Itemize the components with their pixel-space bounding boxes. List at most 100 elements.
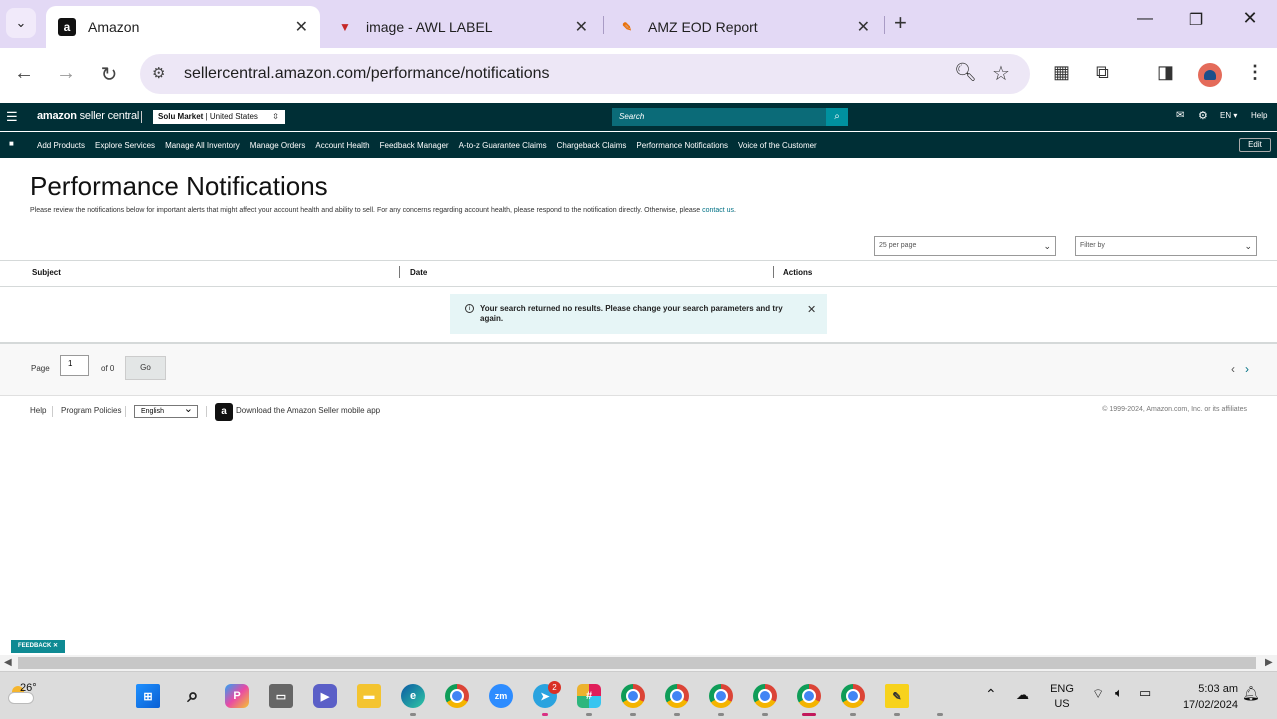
search-input[interactable]: Search [612,108,826,126]
filter-select[interactable]: Filter by ⌄ [1075,236,1257,256]
teams-meet-icon[interactable]: ▶ [313,684,337,708]
search-icon[interactable]: ⌕ [826,108,848,126]
chrome-icon[interactable] [445,684,469,708]
minimize-icon[interactable]: — [1130,10,1160,28]
contact-us-link[interactable]: contact us [702,207,734,214]
footer-program-policies-link[interactable]: Program Policies [61,406,121,415]
running-indicator [674,713,680,716]
chrome-active-icon[interactable] [797,684,821,708]
nav-performance-notifications[interactable]: Performance Notifications [636,141,728,150]
scroll-right-icon[interactable]: ▶ [1265,657,1273,668]
horizontal-scrollbar[interactable]: ◀ ▶ [0,655,1277,671]
nav-voice-of-customer[interactable]: Voice of the Customer [738,141,817,150]
side-panel-icon[interactable]: ◨ [1157,62,1174,83]
footer-language-select[interactable]: English ⌄ [134,404,198,418]
close-icon[interactable]: ✕ [807,303,816,316]
zoom-icon[interactable]: 🔍︎ [954,62,977,83]
edit-nav-button[interactable]: Edit [1239,138,1271,152]
tab-amz-eod-report[interactable]: ✎ AMZ EOD Report ✕ [606,6,882,48]
input-language[interactable]: ENG US [1044,682,1080,712]
edge-icon[interactable]: e [401,684,425,708]
nav-chargeback-claims[interactable]: Chargeback Claims [557,141,627,150]
per-page-select[interactable]: 25 per page ⌄ [874,236,1056,256]
help-link[interactable]: Help [1251,111,1267,120]
tab-amazon[interactable]: a Amazon ✕ [46,6,320,48]
nav-manage-orders[interactable]: Manage Orders [250,141,306,150]
more-menu-icon[interactable]: ⋮ [1246,62,1264,83]
bookmark-star-icon[interactable]: ☆ [992,61,1010,86]
close-icon[interactable]: ✕ [295,17,308,37]
chrome-profile-icon[interactable] [709,684,733,708]
search-icon[interactable]: ⌕ [181,684,205,708]
profile-avatar[interactable] [1198,63,1222,87]
cloud-offline-icon[interactable]: ☁ [1016,687,1029,703]
close-icon[interactable]: ✕ [575,17,588,37]
nav-atoz-claims[interactable]: A-to-z Guarantee Claims [459,141,547,150]
close-icon[interactable]: ✕ [857,17,870,37]
chevron-up-icon[interactable]: ⌃ [985,686,997,703]
clock[interactable]: 5:03 am 17/02/2024 [1168,681,1238,713]
running-indicator [894,713,900,716]
chevron-down-icon: ⌄ [1043,241,1051,251]
page-number-input[interactable]: 1 [60,355,89,376]
tab-search-button[interactable]: ⌄ [6,8,36,38]
address-bar[interactable]: ⚙ sellercentral.amazon.com/performance/n… [140,54,1030,94]
column-actions[interactable]: Actions [783,268,812,277]
task-view-icon[interactable]: ▭ [269,684,293,708]
download-app-link[interactable]: Download the Amazon Seller mobile app [236,406,380,415]
tab-awl-label[interactable]: ▼ image - AWL LABEL ✕ [324,6,600,48]
alert-message: Your search returned no results. Please … [480,304,783,323]
battery-icon[interactable]: ▭ [1139,685,1151,701]
wifi-icon[interactable]: ⌔ [1092,686,1104,702]
market-region: United States [209,112,258,121]
chevron-right-icon[interactable]: › [1245,362,1249,376]
settings-gear-icon[interactable]: ⚙ [1198,109,1208,122]
start-windows-icon[interactable]: ⊞ [136,684,160,708]
nav-add-products[interactable]: Add Products [37,141,85,150]
chevron-left-icon[interactable]: ‹ [1231,362,1235,376]
sticky-notes-icon[interactable]: ✎ [885,684,909,708]
chrome-profile-icon[interactable] [665,684,689,708]
nav-account-health[interactable]: Account Health [315,141,369,150]
table-top-divider [0,260,1277,261]
seller-central-logo[interactable]: amazon seller central [37,110,139,122]
bookmark-icon[interactable]: ■ [9,139,14,148]
nav-feedback-manager[interactable]: Feedback Manager [380,141,449,150]
column-date[interactable]: Date [410,268,427,277]
qr-code-icon[interactable]: ▦ [1053,62,1070,83]
footer-help-link[interactable]: Help [30,406,46,415]
nav-explore-services[interactable]: Explore Services [95,141,155,150]
chrome-profile-icon[interactable] [841,684,865,708]
marketplace-switcher[interactable]: Solu Market | United States ⇳ [153,110,285,124]
chrome-profile-icon[interactable] [621,684,645,708]
amazon-app-icon[interactable]: a [215,403,233,421]
restore-icon[interactable]: ❐ [1181,10,1211,30]
hamburger-menu-icon[interactable]: ☰ [6,109,18,125]
site-info-icon[interactable]: ⚙ [152,64,165,82]
running-indicator [542,713,548,716]
nav-manage-inventory[interactable]: Manage All Inventory [165,141,240,150]
forward-arrow-icon[interactable]: → [53,62,79,85]
url-text[interactable]: sellercentral.amazon.com/performance/not… [184,65,550,83]
new-tab-plus-icon[interactable]: + [894,10,907,36]
chrome-profile-icon[interactable] [753,684,777,708]
notification-bell-icon[interactable]: 🔔︎ [1242,685,1260,702]
reload-icon[interactable]: ↻ [96,62,122,87]
scrollbar-thumb[interactable] [18,657,1256,669]
volume-icon[interactable]: 🔈︎ [1115,685,1123,701]
extensions-icon[interactable]: ⧉ [1096,62,1109,83]
back-arrow-icon[interactable]: ← [11,62,37,85]
language-selector[interactable]: EN ▾ [1220,111,1237,120]
go-button[interactable]: Go [125,356,166,380]
column-subject[interactable]: Subject [32,268,61,277]
telegram-badge: 2 [548,681,561,694]
copilot-icon[interactable]: P [225,684,249,708]
mail-icon[interactable]: ✉ [1176,110,1184,121]
feedback-button[interactable]: FEEDBACK ✕ [11,640,65,653]
temperature: 26° [20,682,37,694]
scroll-left-icon[interactable]: ◀ [4,657,12,668]
file-explorer-icon[interactable]: ▬ [357,684,381,708]
zoom-app-icon[interactable]: zm [489,684,513,708]
slack-icon[interactable]: # [577,684,601,708]
window-close-icon[interactable]: ✕ [1235,8,1265,29]
